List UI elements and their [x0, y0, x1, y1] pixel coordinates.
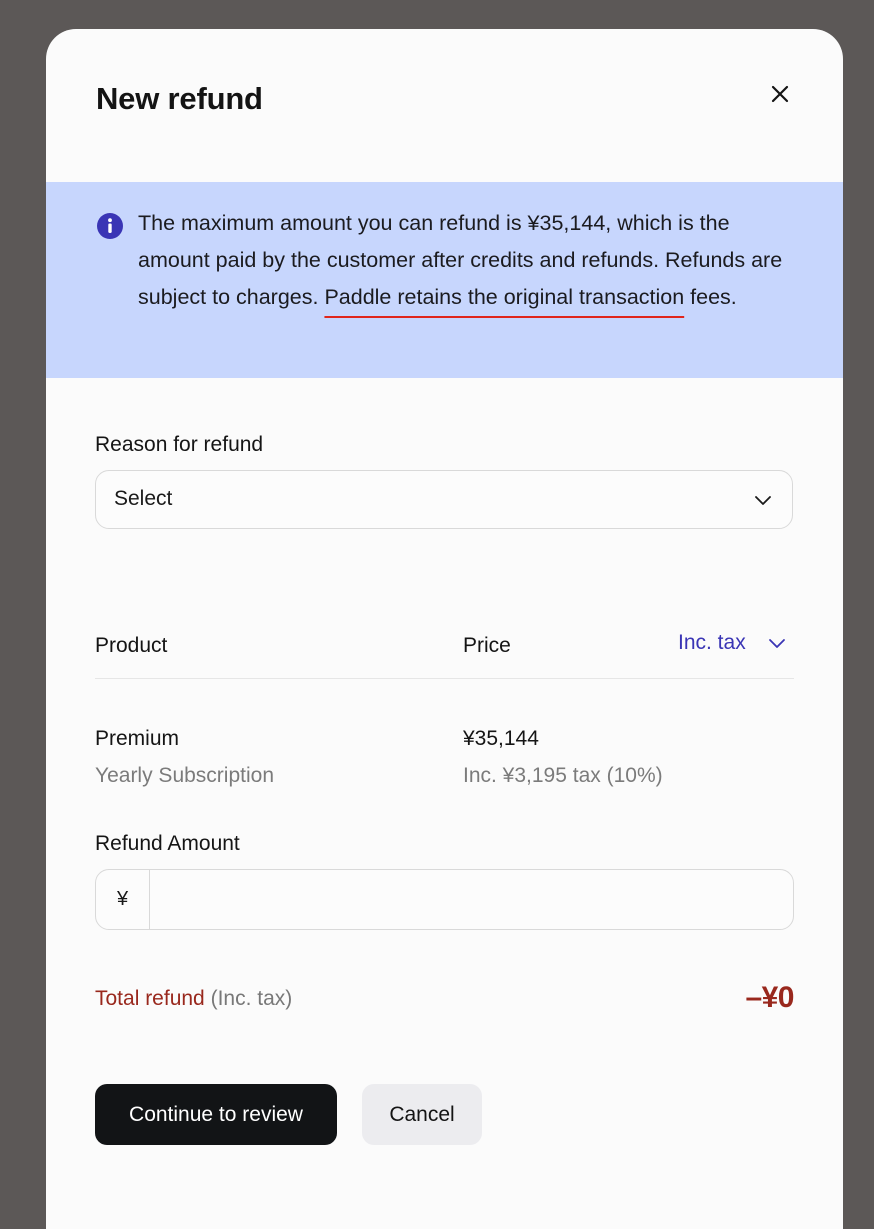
refund-amount-input-group: ¥	[95, 869, 794, 930]
table-header-divider	[95, 678, 794, 679]
info-text-underlined: Paddle retains the original transaction	[324, 285, 685, 309]
refund-amount-label: Refund Amount	[95, 832, 240, 855]
chevron-down-icon	[755, 496, 771, 505]
refund-modal: New refund The maximum amount you can re…	[46, 29, 843, 1229]
reason-label: Reason for refund	[95, 433, 264, 456]
total-refund-value: –¥0	[745, 981, 794, 1014]
product-name: Premium	[95, 727, 180, 750]
total-refund-label: Total refund (Inc. tax)	[95, 987, 292, 1011]
close-icon	[771, 85, 789, 103]
product-price: ¥35,144	[463, 727, 539, 750]
refund-amount-field[interactable]	[150, 870, 793, 929]
info-banner-text: The maximum amount you can refund is ¥35…	[138, 205, 798, 316]
total-refund-note: (Inc. tax)	[210, 987, 293, 1010]
reason-select[interactable]: Select	[95, 470, 793, 529]
currency-prefix: ¥	[96, 870, 150, 929]
product-column-header: Product	[95, 634, 168, 657]
modal-title: New refund	[96, 81, 263, 116]
tax-mode-dropdown[interactable]: Inc. tax	[678, 631, 786, 655]
continue-to-review-button[interactable]: Continue to review	[95, 1084, 337, 1145]
product-plan: Yearly Subscription	[95, 764, 274, 787]
reason-select-value: Select	[114, 487, 173, 510]
cancel-button[interactable]: Cancel	[362, 1084, 482, 1145]
tax-mode-label: Inc. tax	[678, 631, 746, 654]
close-button[interactable]	[764, 78, 796, 110]
info-icon	[97, 213, 123, 239]
info-text-after: fees.	[684, 285, 737, 309]
price-column-header: Price	[463, 634, 511, 657]
product-tax-note: Inc. ¥3,195 tax (10%)	[463, 764, 663, 787]
total-refund-text: Total refund	[95, 987, 205, 1010]
chevron-down-icon	[768, 639, 785, 648]
